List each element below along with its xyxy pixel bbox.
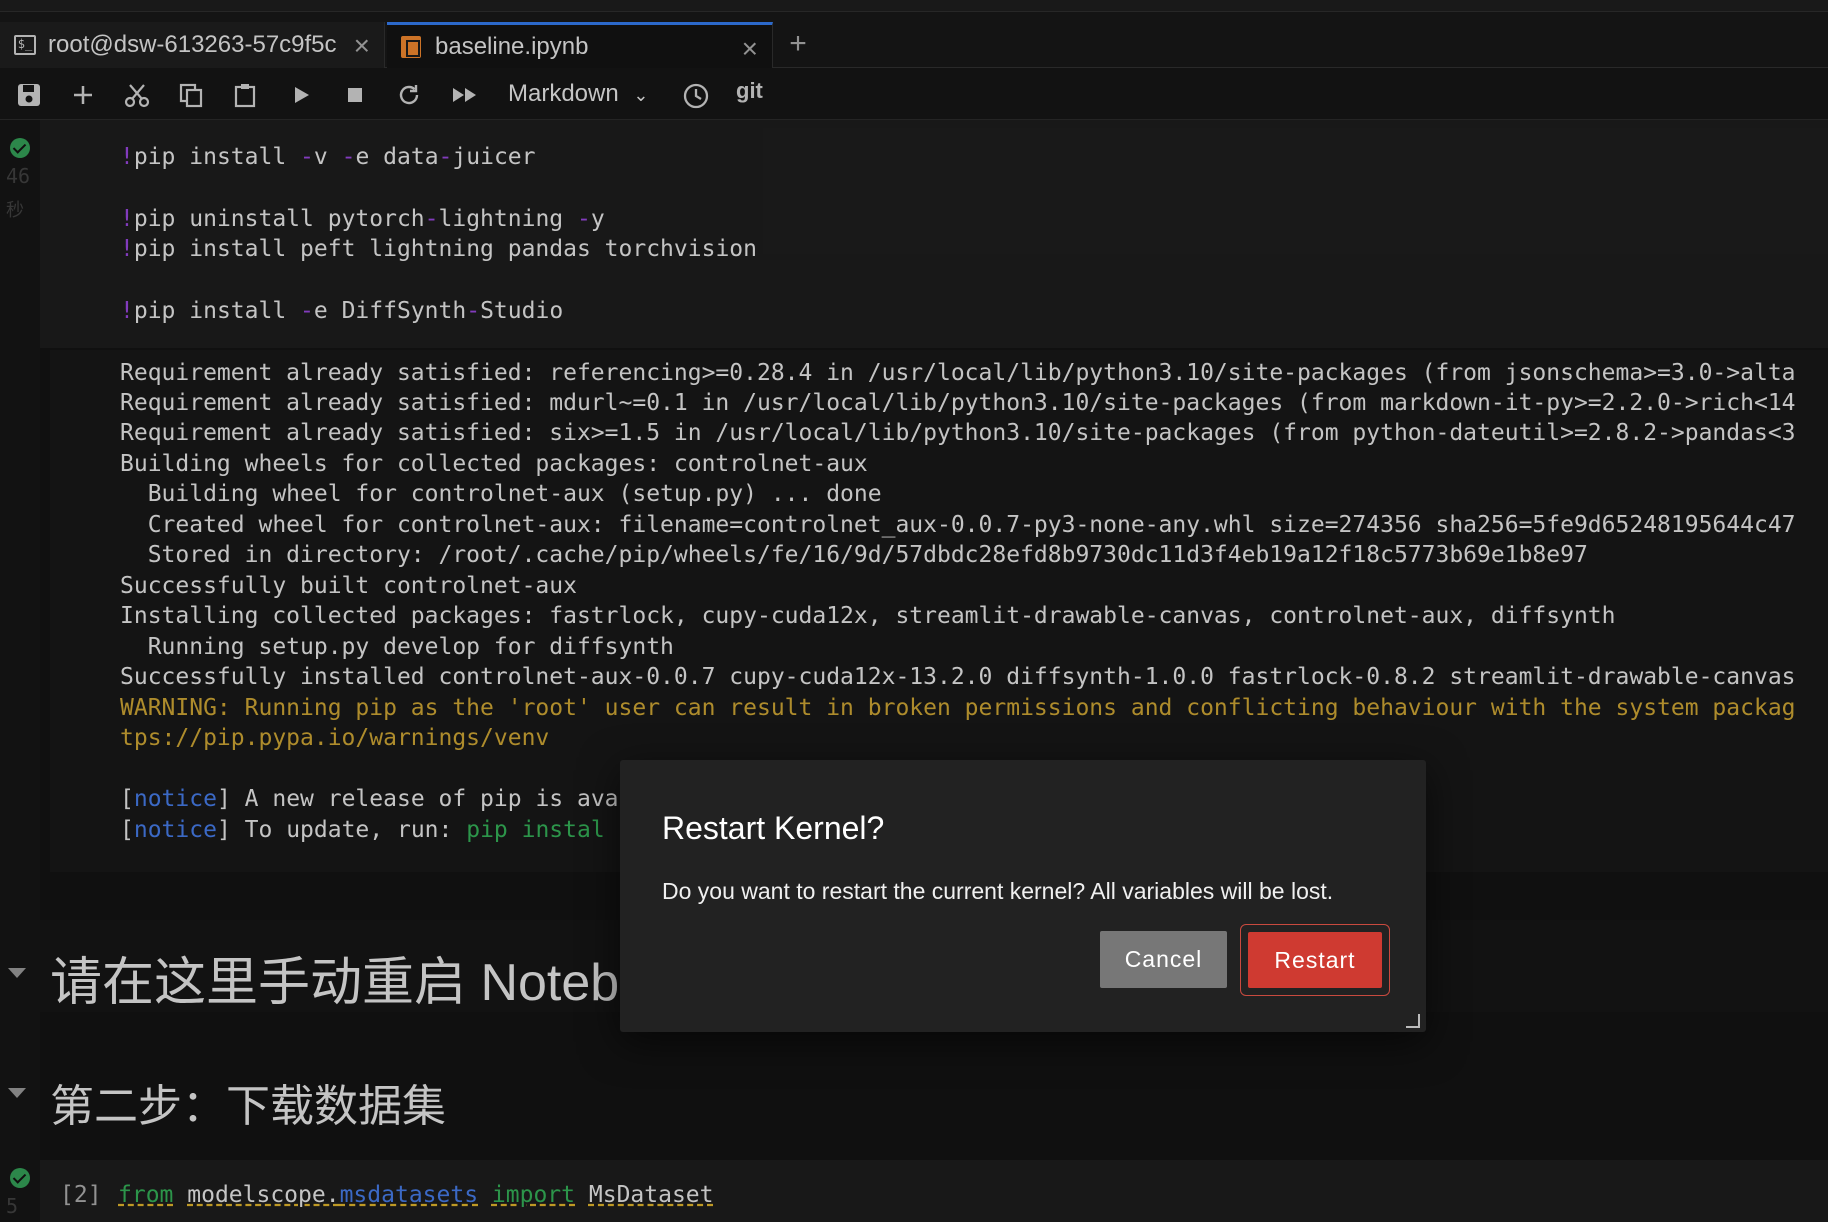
dialog-message: Do you want to restart the current kerne… bbox=[662, 878, 1334, 904]
resize-handle-icon[interactable] bbox=[1406, 1014, 1420, 1028]
dialog-title: Restart Kernel? bbox=[662, 810, 885, 846]
cancel-button[interactable]: Cancel bbox=[1100, 931, 1227, 988]
modal-backdrop[interactable] bbox=[0, 0, 1828, 1222]
restart-button[interactable]: Restart bbox=[1248, 932, 1382, 988]
restart-kernel-dialog: Restart Kernel? Do you want to restart t… bbox=[620, 760, 1426, 1032]
